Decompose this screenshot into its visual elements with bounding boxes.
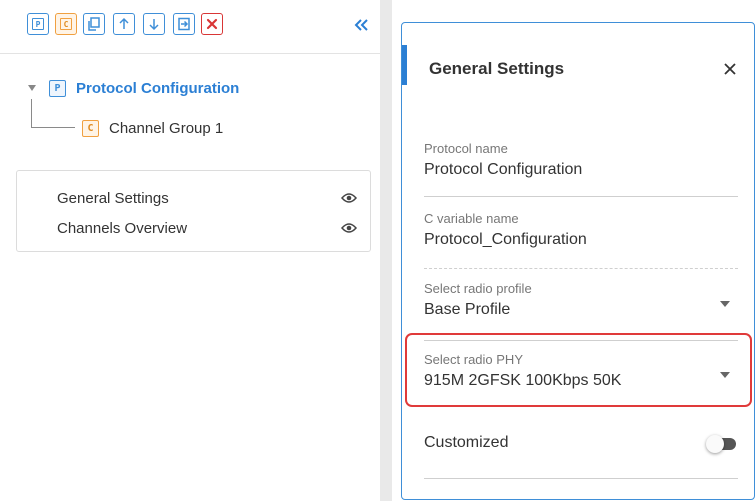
radio-phy-select[interactable]: Select radio PHY 915M 2GFSK 100Kbps 50K (424, 352, 738, 412)
tree-item-label: Channel Group 1 (109, 119, 224, 137)
eye-icon[interactable] (341, 222, 357, 234)
move-down-button[interactable] (143, 13, 165, 35)
delete-icon (206, 18, 218, 30)
move-up-button[interactable] (113, 13, 135, 35)
toolbar: P C (0, 0, 380, 54)
accent-bar (402, 45, 407, 85)
field-label: Protocol name (424, 141, 508, 156)
list-item-general-settings[interactable]: General Settings (57, 187, 357, 209)
channel-group-icon: C (82, 119, 99, 137)
close-button[interactable] (720, 59, 740, 79)
pane-splitter[interactable] (380, 0, 392, 501)
list-item-label: General Settings (57, 189, 169, 207)
delete-button[interactable] (201, 13, 223, 35)
toggle-label: Customized (424, 434, 509, 451)
caret-down-icon[interactable] (26, 82, 38, 94)
dropdown-arrow-icon[interactable] (720, 301, 730, 307)
general-settings-panel: General Settings Protocol name Protocol … (401, 22, 755, 500)
field-value: Protocol_Configuration (424, 231, 587, 248)
divider (424, 405, 738, 406)
list-item-label: Channels Overview (57, 219, 188, 237)
tree-item-label: Protocol Configuration (76, 79, 240, 97)
field-value: Protocol Configuration (424, 161, 583, 178)
channel-group-icon: C (60, 18, 72, 30)
close-icon (724, 63, 736, 75)
left-pane: P C P Protocol Configuration C Channel G… (0, 0, 380, 501)
toggle-knob (706, 435, 724, 453)
protocol-icon: P (49, 79, 66, 97)
protocol-name-field[interactable]: Protocol name Protocol Configuration (424, 141, 738, 197)
protocol-icon: P (32, 18, 44, 30)
copy-icon (88, 17, 100, 31)
tree-item-protocol[interactable]: P Protocol Configuration (26, 76, 239, 100)
customized-toggle-row: Customized (424, 431, 738, 455)
dropdown-arrow-icon[interactable] (720, 372, 730, 378)
tree-connector (31, 99, 32, 127)
c-variable-name-field[interactable]: C variable name Protocol_Configuration (424, 211, 738, 269)
import-icon (178, 17, 190, 31)
views-list: General Settings Channels Overview (16, 170, 371, 252)
field-label: Select radio PHY (424, 352, 523, 367)
import-button[interactable] (173, 13, 195, 35)
arrow-down-icon (149, 19, 159, 31)
arrow-up-icon (119, 17, 129, 29)
radio-profile-select[interactable]: Select radio profile Base Profile (424, 281, 738, 341)
tree-item-channel-group[interactable]: C Channel Group 1 (82, 116, 223, 140)
copy-button[interactable] (83, 13, 105, 35)
configuration-tree: P Protocol Configuration C Channel Group… (0, 62, 380, 152)
field-label: C variable name (424, 211, 519, 226)
list-item-channels-overview[interactable]: Channels Overview (57, 217, 357, 239)
field-value: Base Profile (424, 301, 511, 318)
field-label: Select radio profile (424, 281, 532, 296)
add-channel-group-button[interactable]: C (55, 13, 77, 35)
field-value: 915M 2GFSK 100Kbps 50K (424, 372, 622, 389)
tree-connector (31, 127, 75, 128)
collapse-panel-button[interactable] (350, 14, 372, 36)
customized-toggle[interactable] (706, 435, 738, 453)
double-chevron-left-icon (354, 19, 368, 31)
add-protocol-button[interactable]: P (27, 13, 49, 35)
panel-title: General Settings (429, 59, 565, 78)
divider (424, 478, 738, 479)
eye-icon[interactable] (341, 192, 357, 204)
